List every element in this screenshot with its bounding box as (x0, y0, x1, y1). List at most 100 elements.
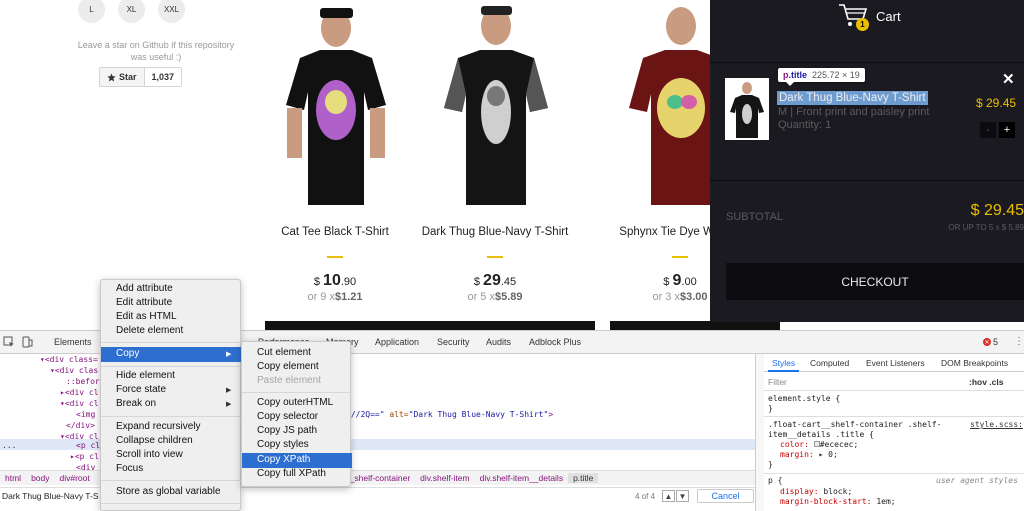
dom-node[interactable]: ▾<div class= (40, 354, 98, 365)
menu-item-delete-element[interactable]: Delete element (116, 325, 183, 336)
tab-computed[interactable]: Computed (810, 358, 849, 368)
menu-item-copy-styles[interactable]: Copy styles (257, 439, 309, 450)
size-filter: L XL XXL (78, 0, 185, 23)
scrollbar[interactable] (756, 354, 764, 511)
css-source-link[interactable]: style.scss: (970, 420, 1023, 430)
dom-search-input[interactable]: Dark Thug Blue-Navy T-S (2, 491, 99, 501)
styles-filter-input[interactable]: Filter (768, 377, 787, 387)
menu-item-force-state[interactable]: Force state (116, 384, 166, 395)
installments: or 9 x$1.21 (307, 291, 363, 303)
product-title: Cat Tee Black T-Shirt (281, 226, 389, 238)
divider (764, 473, 1024, 474)
breadcrumb-item[interactable]: html (0, 473, 26, 483)
size-button-xl[interactable]: XL (118, 0, 145, 23)
menu-separator (101, 503, 242, 504)
menu-separator (101, 342, 242, 343)
search-next-button[interactable]: ▼ (676, 490, 689, 502)
tab-application[interactable]: Application (375, 337, 419, 347)
tab-styles[interactable]: Styles (772, 358, 795, 368)
menu-item-store-as-global[interactable]: Store as global variable (116, 486, 221, 497)
more-options-icon[interactable]: ⋮ (1014, 336, 1024, 347)
github-note: Leave a star on Github if this repositor… (77, 40, 235, 62)
size-button-l[interactable]: L (78, 0, 105, 23)
cart-item-title: Dark Thug Blue-Navy T-Shirt (777, 91, 928, 105)
menu-item-copy[interactable]: Copy (116, 348, 139, 359)
menu-item-scroll-into-view[interactable]: Scroll into view (116, 449, 183, 460)
error-icon: ✕ (983, 338, 991, 346)
star-count[interactable]: 1,037 (144, 67, 183, 87)
menu-separator (101, 480, 242, 481)
increase-quantity-button[interactable]: + (999, 122, 1015, 138)
breadcrumb-item[interactable]: div.shelf-item (415, 473, 474, 483)
dom-node[interactable]: ▾<div cl (60, 398, 99, 409)
menu-item-edit-as-html[interactable]: Edit as HTML (116, 311, 177, 322)
menu-item-cut-element[interactable]: Cut element (257, 347, 311, 358)
css-property[interactable]: margin: ▸ 0; (780, 450, 838, 460)
menu-item-focus[interactable]: Focus (116, 463, 143, 474)
dom-node[interactable]: ::befor (66, 376, 100, 387)
hov-cls-toggles[interactable]: :hov .cls (969, 377, 1003, 387)
breadcrumb-item[interactable]: div#root (55, 473, 95, 483)
divider (710, 62, 1024, 63)
css-property[interactable]: margin-block-start: 1em; (780, 497, 896, 507)
menu-item-hide-element[interactable]: Hide element (116, 370, 175, 381)
dom-node[interactable]: ▸<p cl (70, 451, 99, 462)
dom-node[interactable]: ▸<div cl (60, 387, 99, 398)
tab-audits[interactable]: Audits (486, 337, 511, 347)
inspect-element-icon[interactable] (3, 336, 15, 348)
dom-node[interactable]: ▾<div clas (50, 365, 98, 376)
cart-item-description: M | Front print and paisley print Quanti… (778, 106, 929, 132)
css-rule-selector: .float-cart__shelf-container .shelf- (768, 420, 942, 429)
menu-separator (101, 366, 242, 367)
product-price: $ 29.45 (473, 272, 517, 289)
css-property[interactable]: color: #ececec; (780, 440, 858, 450)
search-cancel-button[interactable]: Cancel (697, 489, 754, 503)
cart-item-price: $ 29.45 (976, 96, 1017, 110)
title-underline (672, 256, 688, 258)
product-price: $ 10.90 (313, 272, 357, 289)
divider (764, 416, 1024, 417)
tab-elements[interactable]: Elements (54, 337, 92, 347)
menu-item-collapse-children[interactable]: Collapse children (116, 435, 193, 446)
dom-ellipsis: ... (2, 441, 17, 450)
dom-node[interactable]: <img (76, 409, 95, 420)
menu-separator (101, 416, 242, 417)
checkout-button[interactable]: CHECKOUT (726, 263, 1024, 300)
github-star-widget: Star 1,037 (99, 67, 183, 87)
decrease-quantity-button[interactable]: - (980, 122, 996, 138)
tab-adblock-plus[interactable]: Adblock Plus (529, 337, 581, 347)
menu-item-copy-full-xpath[interactable]: Copy full XPath (257, 468, 326, 479)
size-button-xxl[interactable]: XXL (158, 0, 185, 23)
device-toggle-icon[interactable] (21, 336, 33, 348)
screen: L XL XXL Leave a star on Github if this … (0, 0, 1024, 511)
menu-item-copy-js-path[interactable]: Copy JS path (257, 425, 317, 436)
menu-item-break-on[interactable]: Break on (116, 398, 156, 409)
menu-item-copy-xpath[interactable]: Copy XPath (257, 454, 310, 465)
css-rule-selector: item__details .title { (768, 430, 874, 439)
tab-event-listeners[interactable]: Event Listeners (866, 358, 925, 368)
tab-dom-breakpoints[interactable]: DOM Breakpoints (941, 358, 1008, 368)
css-rule-close: } (768, 460, 773, 469)
menu-item-copy-outerhtml[interactable]: Copy outerHTML (257, 397, 333, 408)
github-star-button[interactable]: Star (99, 67, 145, 87)
menu-item-edit-attribute[interactable]: Edit attribute (116, 297, 172, 308)
dom-node-selected[interactable]: <p cl (76, 440, 100, 451)
menu-item-copy-element[interactable]: Copy element (257, 361, 319, 372)
css-source-label: user agent styles (936, 476, 1018, 485)
copy-submenu: Cut element Copy element Paste element C… (241, 341, 352, 487)
error-counter[interactable]: ✕ 5 (983, 337, 998, 347)
menu-item-expand-recursively[interactable]: Expand recursively (116, 421, 200, 432)
menu-item-copy-selector[interactable]: Copy selector (257, 411, 318, 422)
dom-node[interactable]: </div> (66, 420, 95, 431)
css-rule-selector: element.style { (768, 394, 841, 403)
menu-item-add-attribute[interactable]: Add attribute (116, 283, 173, 294)
breadcrumb-item[interactable]: body (26, 473, 54, 483)
remove-item-button[interactable]: ✕ (1002, 70, 1015, 88)
search-previous-button[interactable]: ▲ (662, 490, 675, 502)
css-property[interactable]: display: block; (780, 487, 852, 497)
breadcrumb-item[interactable]: div.shelf-item__details (475, 473, 568, 483)
breadcrumb-item-current[interactable]: p.title (568, 473, 599, 483)
product-image (444, 6, 548, 205)
cart-header[interactable]: 1 Cart (838, 2, 901, 31)
tab-security[interactable]: Security (437, 337, 470, 347)
